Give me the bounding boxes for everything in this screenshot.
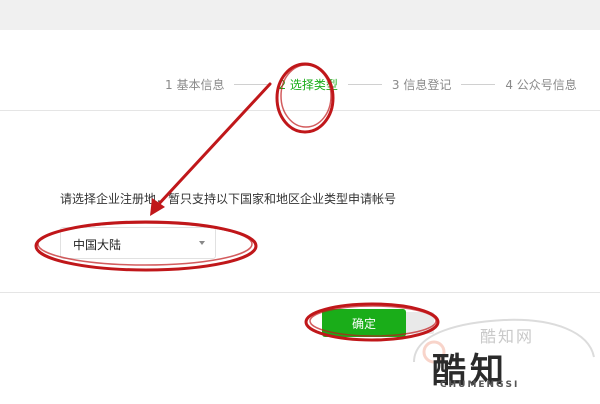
step-separator	[234, 83, 269, 85]
step-label: 4 公众号信息	[505, 77, 577, 92]
step-account-info: 4 公众号信息	[505, 76, 576, 93]
progress-steps: 1 基本信息 2 选择类型 3 信息登记 4 公众号信息	[165, 76, 577, 92]
step-label: 2 选择类型	[278, 77, 338, 92]
steps-header	[0, 30, 600, 111]
step-basic-info: 1 基本信息	[165, 76, 224, 93]
step-label: 1 基本信息	[165, 77, 225, 92]
step-separator	[461, 83, 496, 85]
chevron-down-icon	[199, 241, 205, 245]
confirm-button[interactable]: 确定	[322, 309, 406, 337]
step-info-registration: 3 信息登记	[392, 76, 451, 93]
region-select-value: 中国大陆	[73, 238, 122, 252]
step-label: 3 信息登记	[391, 77, 452, 92]
step-select-type: 2 选择类型	[278, 76, 337, 93]
footer-divider	[0, 292, 600, 293]
confirm-button-label: 确定	[351, 316, 376, 331]
step-separator	[347, 83, 382, 85]
watermark-en: CHUMENGSI	[440, 380, 520, 390]
region-instruction: 请选择企业注册地，暂只支持以下国家和地区企业类型申请帐号	[60, 192, 397, 206]
top-bar	[0, 0, 600, 30]
region-select[interactable]: 中国大陆	[60, 227, 216, 259]
